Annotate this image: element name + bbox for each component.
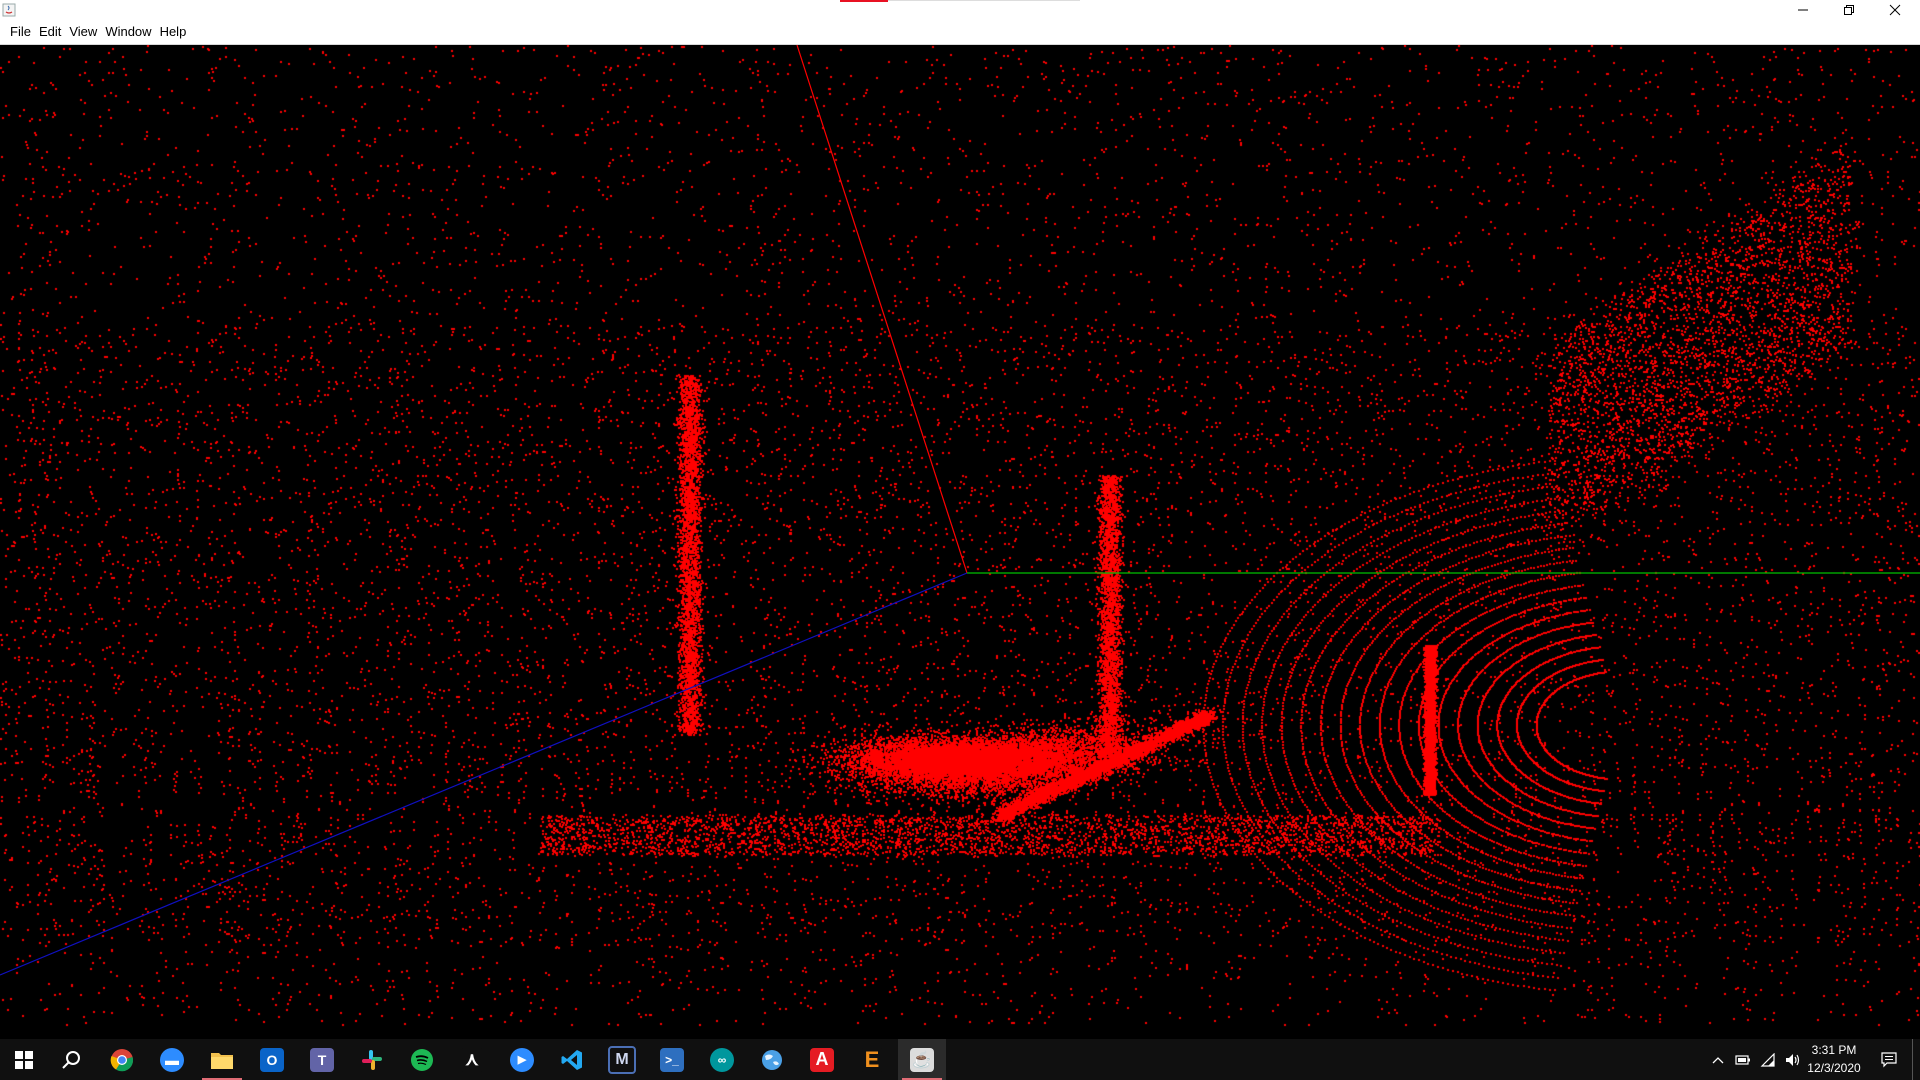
wifi-icon	[1760, 1052, 1775, 1067]
autocad-button[interactable]: A	[798, 1039, 846, 1080]
restore-icon	[1844, 4, 1854, 15]
slack-button[interactable]	[348, 1039, 396, 1080]
vscode-button[interactable]	[548, 1039, 596, 1080]
chrome-button[interactable]	[98, 1039, 146, 1080]
show-desktop-button[interactable]	[1912, 1039, 1920, 1080]
powershell-icon: >_	[660, 1047, 684, 1072]
globe-icon	[762, 1049, 782, 1070]
menu-bar: File Edit View Window Help	[0, 19, 1920, 45]
wifi-button[interactable]	[1756, 1039, 1780, 1080]
menu-file[interactable]: File	[6, 19, 35, 45]
zoom-icon: ▶	[510, 1047, 534, 1072]
powershell-button[interactable]: >_	[648, 1039, 696, 1080]
file-explorer-icon	[211, 1052, 233, 1069]
clock-date: 12/3/2020	[1807, 1061, 1861, 1075]
restore-button[interactable]	[1826, 0, 1872, 19]
title-accent	[840, 0, 888, 2]
title-accent-line	[888, 0, 1080, 1]
battery-icon	[1735, 1054, 1750, 1065]
matlab-button[interactable]: M	[598, 1039, 646, 1080]
teams-icon: T	[310, 1047, 334, 1072]
search-button[interactable]	[48, 1039, 96, 1080]
notification-icon	[1881, 1051, 1897, 1067]
spotify-icon	[411, 1048, 433, 1071]
chevron-up-icon	[1712, 1056, 1724, 1063]
spotify-button[interactable]	[398, 1039, 446, 1080]
e-app-icon: E	[860, 1047, 884, 1072]
menu-edit[interactable]: Edit	[35, 19, 65, 45]
teams-button[interactable]: T	[298, 1039, 346, 1080]
java-icon: ☕	[910, 1047, 934, 1072]
matlab-icon: M	[608, 1045, 636, 1074]
zoom-chat-icon: ▬	[160, 1047, 184, 1072]
axes-overlay	[0, 45, 1920, 976]
x-axis-line	[796, 45, 968, 574]
arduino-button[interactable]: ∞	[698, 1039, 746, 1080]
chrome-icon	[110, 1048, 134, 1071]
vscode-icon	[561, 1049, 582, 1070]
z-axis-line	[0, 572, 968, 976]
menu-help[interactable]: Help	[156, 19, 191, 45]
close-button[interactable]	[1872, 0, 1918, 19]
acrobat-icon: ⋏	[460, 1047, 484, 1072]
globe-button[interactable]	[748, 1039, 796, 1080]
arduino-icon: ∞	[710, 1047, 734, 1072]
close-icon	[1889, 4, 1901, 15]
zoom-chat-button[interactable]: ▬	[148, 1039, 196, 1080]
e-app-button[interactable]: E	[848, 1039, 896, 1080]
clock-time: 3:31 PM	[1811, 1043, 1857, 1057]
slack-icon	[362, 1049, 382, 1070]
outlook-icon: O	[260, 1047, 284, 1072]
point-cloud-viewport[interactable]	[0, 45, 1920, 1039]
zoom-button[interactable]: ▶	[498, 1039, 546, 1080]
taskbar: ▬ O T ⋏ ▶ M >_ ∞ A E ☕	[0, 1039, 1920, 1080]
acrobat-button[interactable]: ⋏	[448, 1039, 496, 1080]
menu-window[interactable]: Window	[101, 19, 155, 45]
start-button[interactable]	[0, 1039, 48, 1080]
minimize-icon	[1798, 9, 1808, 10]
show-hidden-icons-button[interactable]	[1706, 1039, 1730, 1080]
battery-button[interactable]	[1731, 1039, 1755, 1080]
autocad-icon: A	[810, 1047, 834, 1072]
start-icon	[15, 1050, 33, 1069]
search-icon	[62, 1050, 80, 1069]
menu-view[interactable]: View	[65, 19, 101, 45]
file-explorer-button[interactable]	[198, 1039, 246, 1080]
title-bar	[0, 0, 1920, 19]
notification-button[interactable]	[1872, 1039, 1906, 1080]
system-clock[interactable]: 3:31 PM 12/3/2020	[1796, 1041, 1872, 1079]
outlook-button[interactable]: O	[248, 1039, 296, 1080]
java-app-button[interactable]: ☕	[898, 1039, 946, 1080]
minimize-button[interactable]	[1780, 0, 1826, 19]
java-app-icon	[2, 2, 16, 17]
